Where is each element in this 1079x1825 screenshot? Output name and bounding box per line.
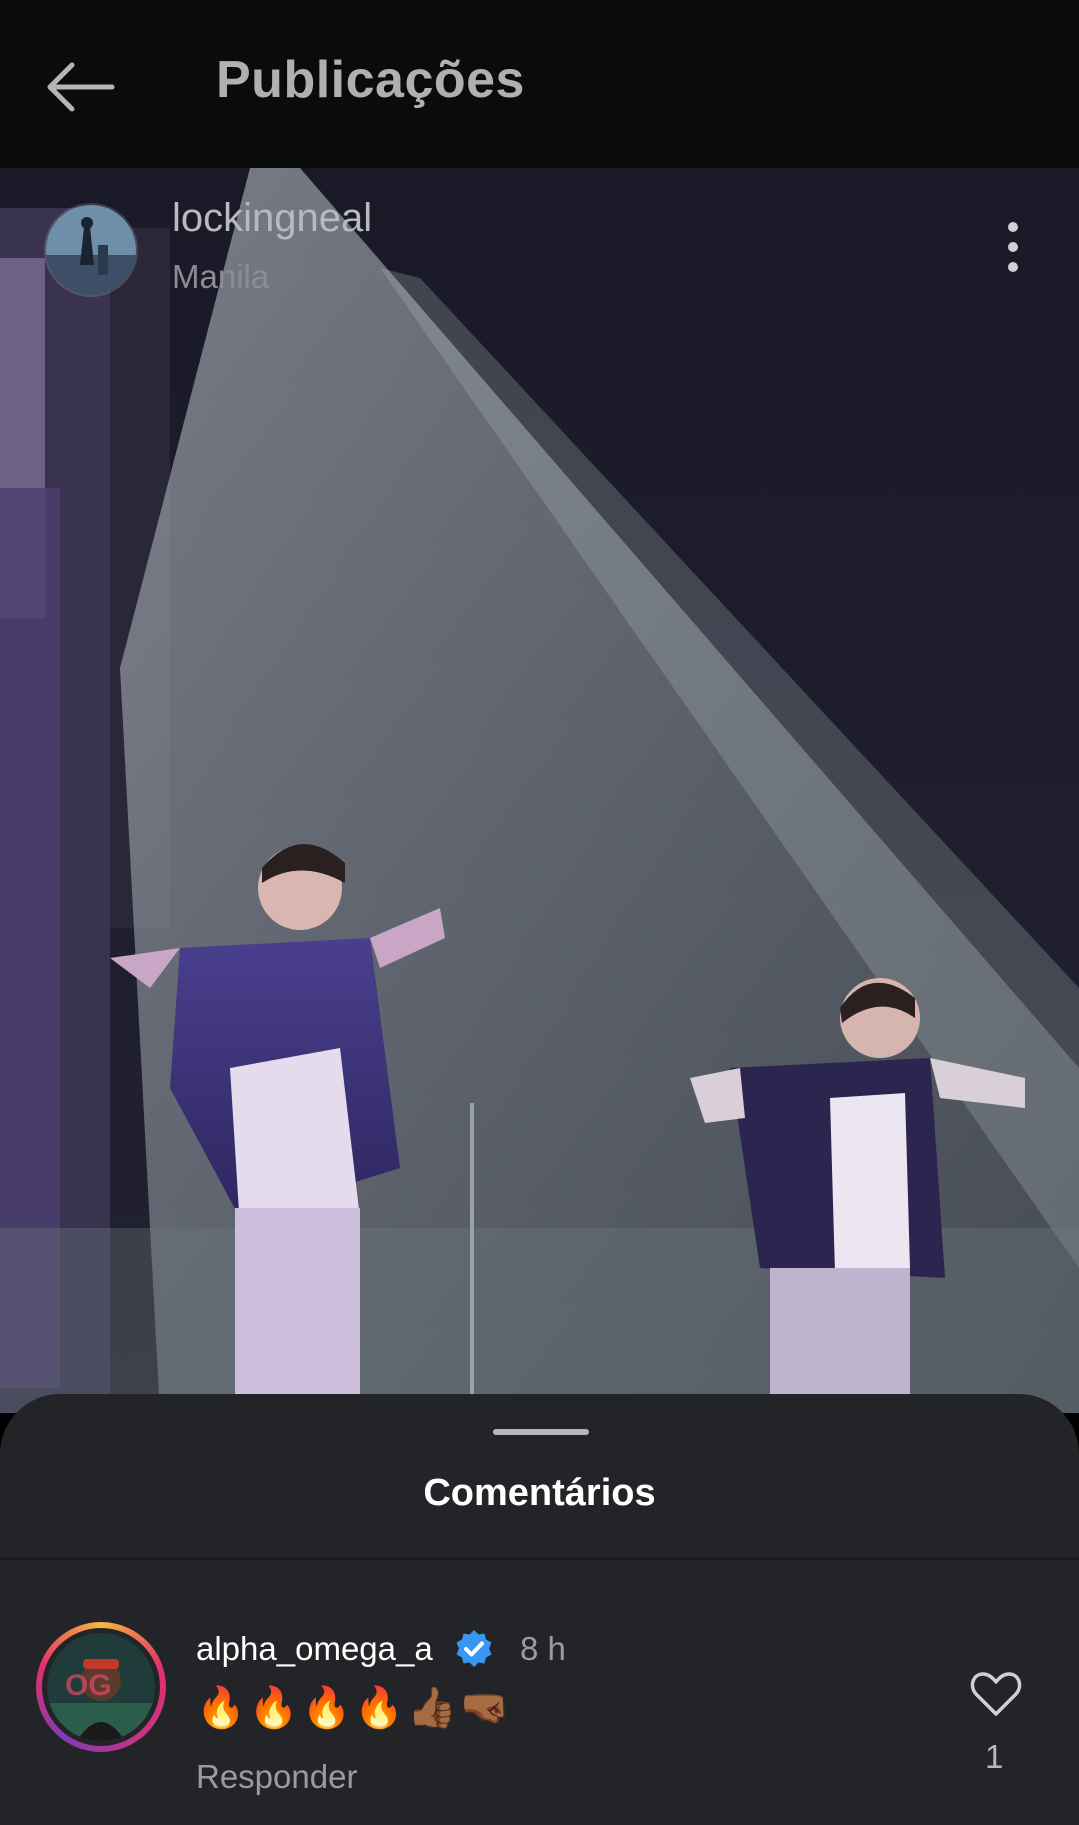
post-photo-image [0,168,1079,1413]
comment-timestamp: 8 h [520,1630,566,1667]
comment-text: 🔥🔥🔥🔥👍🏾🤜🏾 [196,1686,513,1730]
reply-button[interactable]: Responder [196,1758,357,1796]
post-author-avatar[interactable] [44,203,138,297]
sheet-drag-handle[interactable] [493,1429,589,1435]
arrow-left-icon [47,62,115,112]
more-vertical-icon [1008,222,1018,232]
commenter-avatar[interactable]: OG [36,1622,166,1752]
divider [0,1558,1079,1560]
back-button[interactable] [42,52,122,122]
page-title: Publicações [216,51,525,109]
verified-badge-icon [456,1630,492,1667]
post-location[interactable]: Manila [172,258,269,296]
comment-username[interactable]: alpha_omega_a [196,1630,433,1668]
post-author-username[interactable]: lockingneal [172,196,372,241]
comments-title: Comentários [423,1472,656,1514]
like-count: 1 [985,1738,1004,1775]
more-options-button[interactable] [996,220,1032,276]
post-photo[interactable] [0,168,1079,1413]
comments-sheet: Comentários OG alpha_omega_a 8 h 🔥🔥🔥🔥👍🏾🤜… [0,1394,1079,1825]
heart-icon[interactable] [970,1670,1022,1718]
svg-text:OG: OG [65,1669,112,1702]
top-app-bar: Publicações [0,0,1079,168]
